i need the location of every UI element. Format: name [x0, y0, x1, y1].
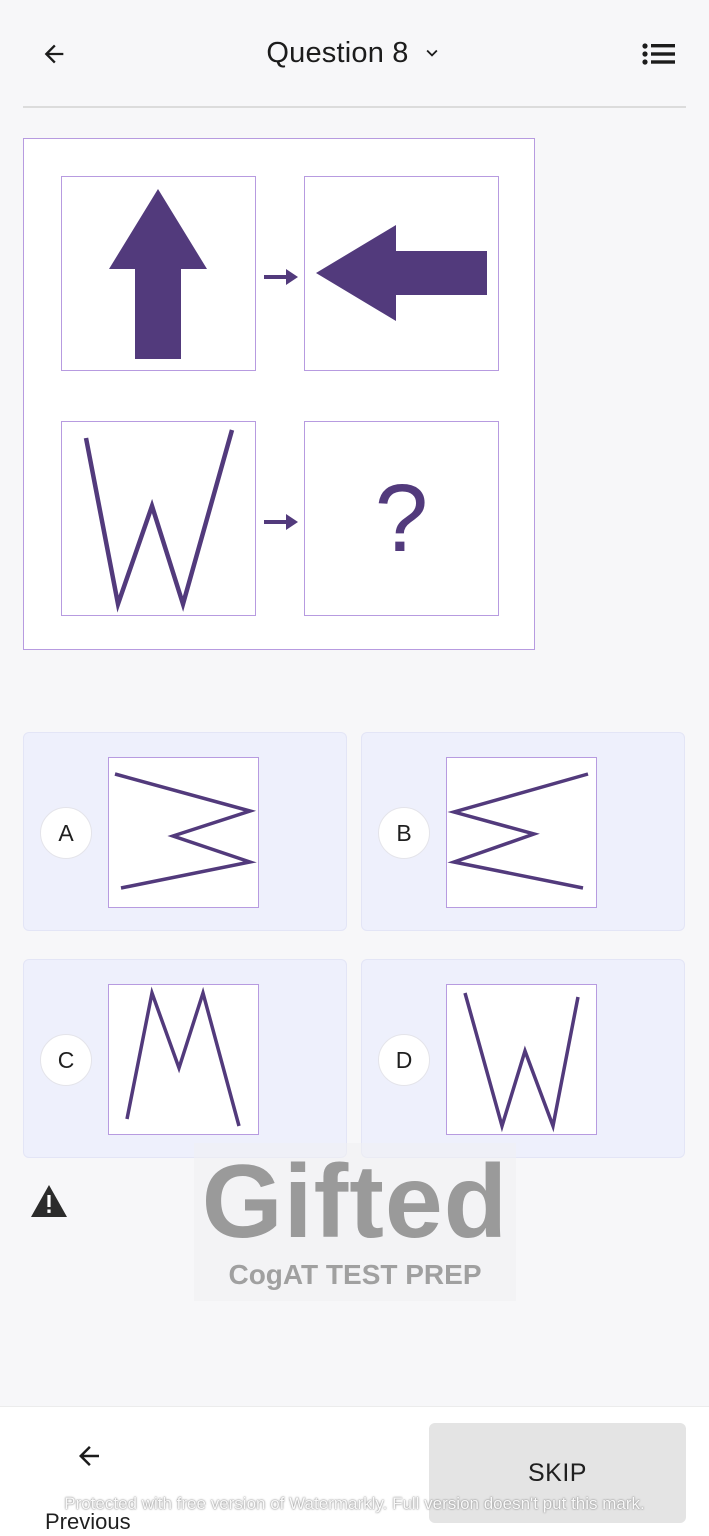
answer-image-d — [446, 984, 597, 1135]
w-shape — [83, 429, 235, 613]
answer-option-b[interactable]: B — [361, 732, 685, 931]
app-screen: Question 8 ? A B C D Gifted CogAT TEST P… — [0, 0, 709, 1536]
warning-icon — [31, 1185, 67, 1217]
answer-letter-d: D — [378, 1034, 430, 1086]
list-icon — [642, 43, 675, 65]
arrow-left-shape — [316, 225, 487, 321]
question-selector[interactable]: Question 8 — [0, 32, 709, 74]
w-rotated-left-shape — [447, 772, 589, 890]
answer-option-a[interactable]: A — [23, 732, 347, 931]
answer-image-c — [108, 984, 259, 1135]
previous-button[interactable]: Previous — [30, 1427, 150, 1534]
question-figure: ? — [23, 138, 535, 650]
skip-button[interactable]: SKIP — [429, 1423, 686, 1523]
previous-label: Previous — [45, 1509, 131, 1534]
question-cell-top-left — [61, 176, 256, 371]
bottom-navigation: Previous SKIP — [0, 1406, 709, 1536]
answer-option-d[interactable]: D — [361, 959, 685, 1158]
question-mark: ? — [374, 464, 429, 572]
question-cell-top-right — [304, 176, 499, 371]
w-shape-answer — [463, 992, 580, 1133]
chevron-down-icon — [426, 49, 438, 57]
arrow-up-shape — [109, 189, 207, 359]
answer-image-b — [446, 757, 597, 908]
transform-arrow-icon — [264, 514, 298, 530]
question-cell-bottom-left — [61, 421, 256, 616]
answer-letter-b: B — [378, 807, 430, 859]
question-cell-bottom-right: ? — [304, 421, 499, 616]
answer-image-a — [108, 757, 259, 908]
transform-arrow-icon — [264, 269, 298, 285]
watermark-logo-subtext: CogAT TEST PREP — [228, 1259, 482, 1290]
watermark-logo: Gifted CogAT TEST PREP — [194, 1143, 516, 1301]
answer-option-c[interactable]: C — [23, 959, 347, 1158]
answer-letter-a: A — [40, 807, 92, 859]
m-shape — [125, 986, 241, 1127]
w-rotated-right-shape — [114, 772, 257, 890]
arrow-left-icon — [79, 1446, 99, 1466]
report-button[interactable] — [30, 1184, 70, 1220]
page-title: Question 8 — [266, 36, 409, 69]
header-divider — [23, 106, 686, 108]
answer-letter-c: C — [40, 1034, 92, 1086]
watermark-logo-text: Gifted — [201, 1144, 509, 1260]
question-list-button[interactable] — [633, 30, 685, 78]
header: Question 8 — [0, 0, 709, 106]
